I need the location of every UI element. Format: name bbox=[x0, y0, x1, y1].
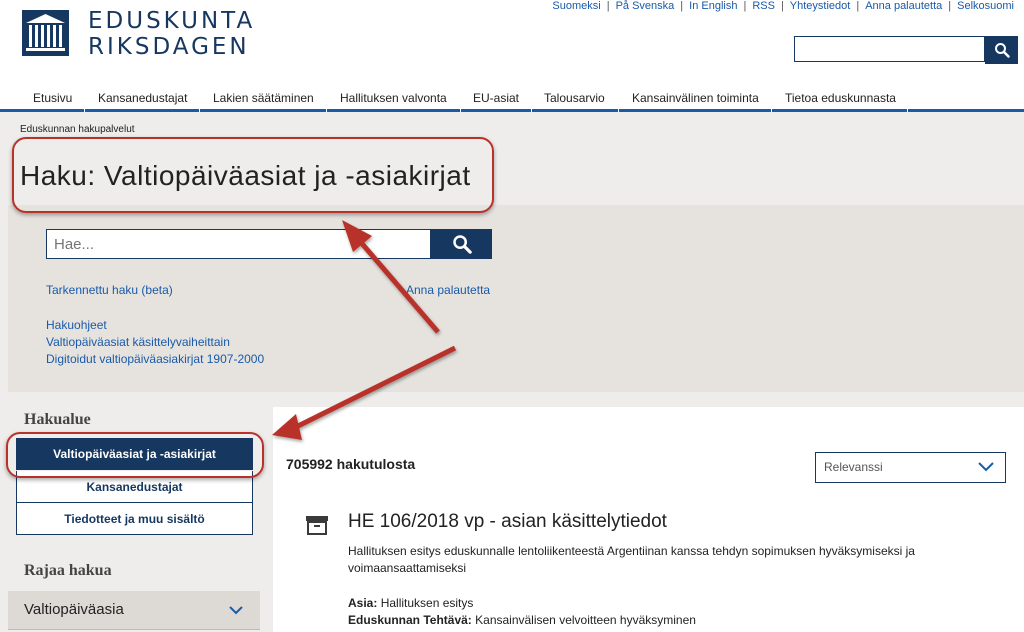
nav-talousarvio[interactable]: Talousarvio bbox=[544, 91, 605, 105]
scope-tiedotteet[interactable]: Tiedotteet ja muu sisältö bbox=[16, 503, 253, 535]
nav-lakien-saataminen[interactable]: Lakien säätäminen bbox=[213, 91, 314, 105]
lang-fi-link[interactable]: Suomeksi bbox=[552, 0, 600, 12]
top-links: Suomeksi | På Svenska | In English | RSS | Y… bbox=[552, 0, 1014, 12]
scope-highlight-ring bbox=[6, 432, 264, 478]
result-description-line2: voimaansaattamiseksi bbox=[348, 561, 467, 575]
site-search-button[interactable] bbox=[985, 36, 1018, 64]
breadcrumb[interactable]: Eduskunnan hakupalvelut bbox=[20, 124, 135, 135]
archive-box-icon bbox=[306, 516, 328, 535]
result-title-link[interactable]: HE 106/2018 vp - asian käsittelytiedot bbox=[348, 511, 667, 533]
chevron-down-icon bbox=[229, 606, 243, 615]
logo-text-line2[interactable]: RIKSDAGEN bbox=[88, 34, 250, 60]
nav-etusivu[interactable]: Etusivu bbox=[33, 91, 72, 105]
sort-select[interactable]: Relevanssi bbox=[815, 452, 1006, 483]
rss-link[interactable]: RSS bbox=[752, 0, 775, 12]
result-tehtava-label: Eduskunnan Tehtävä: bbox=[348, 613, 472, 627]
result-asia-label: Asia: bbox=[348, 596, 378, 610]
feedback-link[interactable]: Anna palautetta bbox=[406, 283, 490, 297]
result-count: 705992 hakutulosta bbox=[286, 456, 416, 472]
logo-text-line1[interactable]: EDUSKUNTA bbox=[88, 8, 255, 34]
lang-en-link[interactable]: In English bbox=[689, 0, 737, 12]
filter-valtiopaivaasia[interactable]: Valtiopäiväasia bbox=[8, 591, 260, 630]
site-search-input[interactable] bbox=[794, 36, 985, 62]
result-asia: Asia: Hallituksen esitys bbox=[348, 595, 473, 612]
contact-link[interactable]: Yhteystiedot bbox=[790, 0, 851, 12]
parliament-logo-icon[interactable] bbox=[22, 10, 69, 56]
easy-finnish-link[interactable]: Selkosuomi bbox=[957, 0, 1014, 12]
search-help-link[interactable]: Hakuohjeet bbox=[46, 318, 107, 332]
chevron-down-icon bbox=[978, 462, 994, 472]
sort-label: Relevanssi bbox=[824, 460, 883, 474]
nav-hallituksen-valvonta[interactable]: Hallituksen valvonta bbox=[340, 91, 447, 105]
main-search-input[interactable] bbox=[46, 229, 431, 259]
main-search-button[interactable] bbox=[431, 229, 492, 259]
lang-sv-link[interactable]: På Svenska bbox=[616, 0, 675, 12]
filter-heading: Rajaa hakua bbox=[24, 562, 112, 579]
scope-heading: Hakualue bbox=[24, 411, 91, 428]
nav-kansanedustajat[interactable]: Kansanedustajat bbox=[98, 91, 187, 105]
main-navigation: Etusivu Kansanedustajat Lakien säätämine… bbox=[0, 88, 1024, 112]
nav-kansainvalinen-toiminta[interactable]: Kansainvälinen toiminta bbox=[632, 91, 759, 105]
result-asia-value: Hallituksen esitys bbox=[380, 596, 474, 610]
feedback-top-link[interactable]: Anna palautetta bbox=[865, 0, 942, 12]
result-tehtava: Eduskunnan Tehtävä: Kansainvälisen velvo… bbox=[348, 612, 696, 629]
search-icon bbox=[452, 235, 472, 254]
nav-eu-asiat[interactable]: EU-asiat bbox=[473, 91, 519, 105]
result-description-line1: Hallituksen esitys eduskunnalle lentolii… bbox=[348, 544, 915, 558]
advanced-search-link[interactable]: Tarkennettu haku (beta) bbox=[46, 283, 173, 297]
filter-label: Valtiopäiväasia bbox=[24, 601, 124, 618]
nav-tietoa-eduskunnasta[interactable]: Tietoa eduskunnasta bbox=[785, 91, 896, 105]
result-tehtava-value: Kansainvälisen velvoitteen hyväksyminen bbox=[475, 613, 696, 627]
digitized-docs-link[interactable]: Digitoidut valtiopäiväasiakirjat 1907-20… bbox=[46, 352, 264, 366]
stages-link[interactable]: Valtiopäiväasiat käsittelyvaiheittain bbox=[46, 335, 230, 349]
title-highlight-ring bbox=[12, 137, 494, 213]
search-icon bbox=[994, 43, 1010, 58]
